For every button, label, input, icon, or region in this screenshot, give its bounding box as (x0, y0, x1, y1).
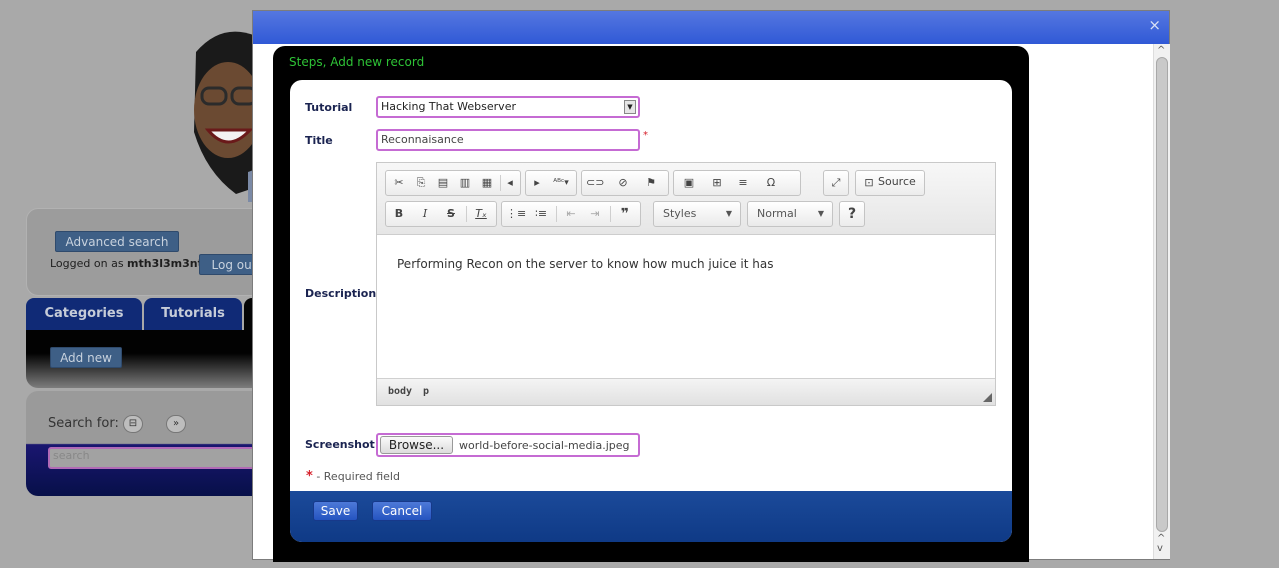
chevron-down-icon: ▼ (725, 209, 732, 218)
advanced-search-button[interactable]: Advanced search (55, 231, 179, 252)
search-panel: Search for: ⊟ » search (26, 391, 278, 496)
record-form: Tutorial Hacking That Webserver ▼ Title … (290, 80, 1012, 542)
chevron-double-down-icon[interactable]: » (166, 415, 186, 433)
close-icon[interactable]: × (1148, 16, 1161, 34)
login-panel: Advanced search Logged on as mth3l3m3nt … (26, 208, 276, 296)
scroll-down-icon[interactable]: ^ v (1157, 534, 1165, 554)
history-group: ▸ ᴬᴮᶜ▾ (525, 170, 577, 196)
strikethrough-icon[interactable]: S (442, 205, 460, 223)
link-icon[interactable]: ⊂⊃ (586, 174, 604, 192)
source-icon[interactable]: ⊡ (860, 174, 878, 192)
cancel-button[interactable]: Cancel (372, 501, 432, 521)
tab-tutorials[interactable]: Tutorials (144, 298, 242, 330)
numbered-list-icon[interactable]: ⋮≡ (506, 205, 526, 223)
required-star-icon: * (306, 469, 313, 484)
chevron-down-icon: ▼ (817, 209, 824, 218)
chevron-down-icon[interactable]: ▼ (624, 100, 636, 114)
scroll-up-icon[interactable]: ^ (1157, 45, 1165, 56)
screenshot-file-input[interactable]: Browse... world-before-social-media.jpeg (376, 433, 640, 457)
indent-icon[interactable]: ⇥ (586, 205, 604, 223)
collapse-icon[interactable]: ⊟ (123, 415, 143, 433)
logged-prefix: Logged on as (50, 257, 128, 270)
title-input[interactable]: Reconnaisance (376, 129, 640, 151)
outdent-icon[interactable]: ⇤ (562, 205, 580, 223)
clipboard-group: ✂ ⎘ ▤ ▥ ▦ ◂ (385, 170, 521, 196)
add-new-button[interactable]: Add new (50, 347, 122, 368)
unlink-icon[interactable]: ⊘ (614, 174, 632, 192)
path-body[interactable]: body (388, 386, 412, 397)
anchor-flag-icon[interactable]: ⚑ (642, 174, 660, 192)
copy-icon[interactable]: ⎘ (412, 174, 430, 192)
maximize-group: ⤢ (823, 170, 849, 196)
editor-toolbar: ✂ ⎘ ▤ ▥ ▦ ◂ ▸ ᴬᴮᶜ▾ ⊂⊃ ⊘ ⚑ ▣ ⊞ ≡ Ω ⤢ ⊡ So… (377, 163, 995, 235)
description-text: Performing Recon on the server to know h… (397, 257, 774, 271)
description-label: Description (305, 287, 377, 300)
action-bar: Save Cancel (290, 491, 1012, 542)
resize-grip-icon[interactable] (983, 393, 992, 402)
tutorial-label: Tutorial (305, 101, 353, 114)
paste-word-icon[interactable]: ▦ (478, 174, 496, 192)
screenshot-label: Screenshot (305, 438, 375, 451)
bold-icon[interactable]: B (390, 205, 408, 223)
bulleted-list-icon[interactable]: ∶≡ (532, 205, 550, 223)
remove-format-icon[interactable]: Tₓ (472, 205, 490, 223)
horizontal-line-icon[interactable]: ≡ (734, 174, 752, 192)
basic-style-group: B I S Tₓ (385, 201, 497, 227)
separator (610, 206, 611, 222)
file-name: world-before-social-media.jpeg (459, 439, 630, 452)
maximize-icon[interactable]: ⤢ (827, 174, 845, 192)
separator (556, 206, 557, 222)
blockquote-icon[interactable]: ❞ (616, 205, 634, 223)
required-note-text: - Required field (316, 470, 400, 483)
separator (466, 206, 467, 222)
scrollbar-thumb[interactable] (1156, 57, 1168, 532)
cut-icon[interactable]: ✂ (390, 174, 408, 192)
table-icon[interactable]: ⊞ (708, 174, 726, 192)
modal-dialog: × ^ ^ v Steps, Add new record Tutorial Ha… (252, 10, 1170, 562)
logged-on-text: Logged on as mth3l3m3nt (50, 257, 203, 270)
tutorial-select[interactable]: Hacking That Webserver ▼ (376, 96, 640, 118)
link-group: ⊂⊃ ⊘ ⚑ (581, 170, 669, 196)
editor-path-bar: body p (377, 378, 995, 405)
special-char-icon[interactable]: Ω (762, 174, 780, 192)
spellcheck-icon[interactable]: ᴬᴮᶜ▾ (548, 174, 574, 192)
source-group: ⊡ Source (855, 170, 925, 196)
modal-header: × (253, 11, 1169, 44)
format-dropdown[interactable]: Normal ▼ (747, 201, 833, 227)
required-note: * - Required field (306, 469, 400, 484)
required-star: * (643, 130, 648, 141)
redo-icon[interactable]: ▸ (528, 174, 546, 192)
tutorial-value: Hacking That Webserver (381, 100, 516, 113)
editor-content[interactable]: Performing Recon on the server to know h… (377, 235, 995, 378)
help-button[interactable]: ? (843, 205, 861, 223)
search-input[interactable]: search (48, 447, 278, 469)
styles-label: Styles (663, 207, 697, 220)
styles-dropdown[interactable]: Styles ▼ (653, 201, 741, 227)
italic-icon[interactable]: I (416, 205, 434, 223)
frame-title: Steps, Add new record (289, 55, 425, 69)
scrollbar[interactable]: ^ ^ v (1153, 44, 1170, 559)
search-label: Search for: (48, 416, 119, 431)
paste-text-icon[interactable]: ▥ (456, 174, 474, 192)
title-label: Title (305, 134, 333, 147)
form-frame: Steps, Add new record Tutorial Hacking T… (273, 46, 1029, 562)
username: mth3l3m3nt (127, 257, 203, 270)
browse-button[interactable]: Browse... (380, 436, 453, 454)
insert-group: ▣ ⊞ ≡ Ω (673, 170, 801, 196)
format-label: Normal (757, 207, 797, 220)
rich-text-editor: ✂ ⎘ ▤ ▥ ▦ ◂ ▸ ᴬᴮᶜ▾ ⊂⊃ ⊘ ⚑ ▣ ⊞ ≡ Ω ⤢ ⊡ So… (376, 162, 996, 406)
source-button-label[interactable]: Source (878, 175, 916, 188)
separator (500, 175, 501, 191)
add-panel: Add new (26, 330, 276, 388)
paste-icon[interactable]: ▤ (434, 174, 452, 192)
undo-icon[interactable]: ◂ (502, 174, 518, 192)
path-p[interactable]: p (423, 386, 429, 397)
image-icon[interactable]: ▣ (680, 174, 698, 192)
list-group: ⋮≡ ∶≡ ⇤ ⇥ ❞ (501, 201, 641, 227)
help-group: ? (839, 201, 865, 227)
tab-categories[interactable]: Categories (26, 298, 142, 330)
tab-bar: Categories Tutorials (26, 298, 276, 330)
save-button[interactable]: Save (313, 501, 358, 521)
